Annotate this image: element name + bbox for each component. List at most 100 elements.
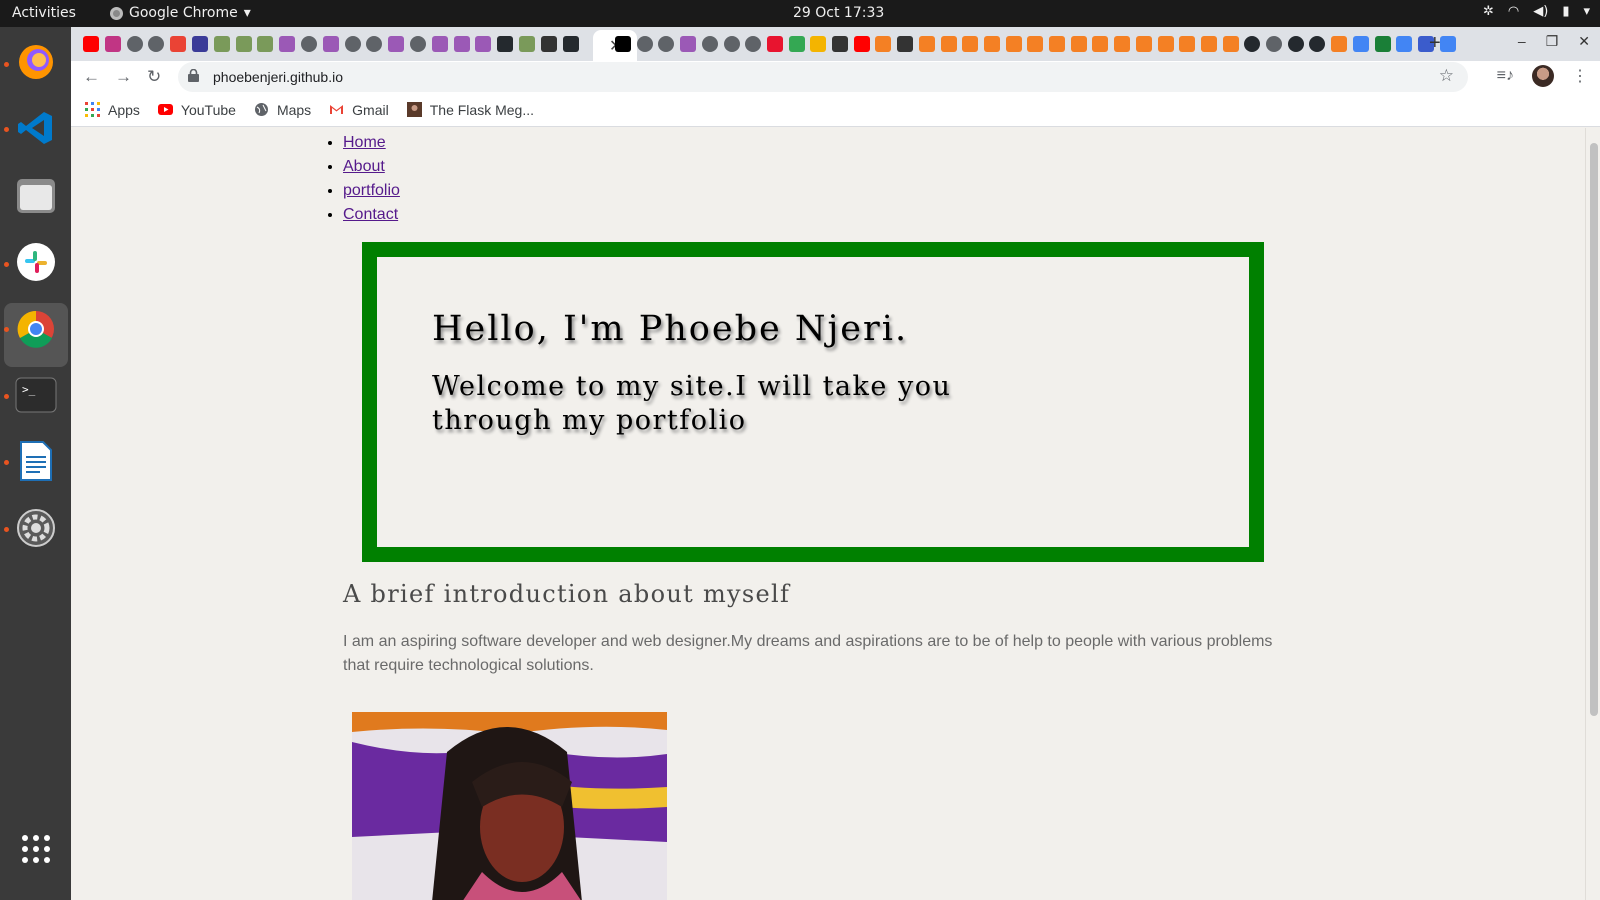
tab-favicon-icon[interactable]	[257, 36, 274, 52]
tab-favicon-icon[interactable]	[235, 36, 252, 52]
tab-favicon-icon[interactable]	[388, 36, 405, 52]
tab-favicon-icon[interactable]	[213, 36, 230, 52]
vscode-icon[interactable]	[13, 105, 59, 151]
tab-favicon-icon[interactable]	[453, 36, 470, 52]
tab-favicon-icon[interactable]	[497, 36, 514, 52]
tab-favicon-icon[interactable]	[680, 36, 697, 52]
tab-favicon-icon[interactable]	[701, 36, 718, 52]
tab-favicon-icon[interactable]	[519, 36, 535, 52]
slack-tray-icon[interactable]: ✲	[1483, 4, 1494, 19]
tab-favicon-icon[interactable]	[192, 36, 208, 52]
tab-favicon-icon[interactable]	[279, 36, 296, 52]
tab-favicon-icon[interactable]	[658, 36, 675, 52]
nav-link-about[interactable]: About	[343, 158, 385, 175]
tab-favicon-icon[interactable]	[540, 36, 557, 52]
address-bar[interactable]: phoebenjeri.github.io ☆	[178, 62, 1468, 92]
bookmark-gmail[interactable]: Gmail	[329, 102, 389, 118]
clock[interactable]: 29 Oct 17:33	[793, 5, 884, 21]
app-grid-icon[interactable]	[13, 826, 59, 872]
tab-favicon-icon[interactable]	[1266, 36, 1282, 52]
tab-favicon-icon[interactable]	[1157, 36, 1174, 52]
tab-favicon-icon[interactable]	[1396, 36, 1413, 52]
bookmark-star-icon[interactable]: ☆	[1439, 66, 1454, 86]
tab-favicon-icon[interactable]	[1309, 36, 1326, 52]
volume-icon[interactable]: ◀)	[1533, 4, 1548, 19]
tab-favicon-icon[interactable]	[918, 36, 935, 52]
terminal-icon[interactable]: >_	[13, 372, 59, 418]
tab-favicon-icon[interactable]	[615, 36, 631, 52]
bookmark-flask[interactable]: The Flask Meg...	[406, 102, 534, 118]
tab-favicon-icon[interactable]	[410, 36, 426, 52]
back-icon[interactable]: ←	[83, 67, 100, 87]
tab-favicon-icon[interactable]	[1244, 36, 1261, 52]
tab-favicon-icon[interactable]	[1005, 36, 1022, 52]
scrollbar-thumb[interactable]	[1590, 143, 1598, 716]
bookmark-youtube[interactable]: YouTube	[157, 102, 236, 118]
page-scrollbar[interactable]	[1585, 128, 1600, 900]
tab-favicon-icon[interactable]	[126, 36, 143, 52]
tab-favicon-icon[interactable]	[1439, 36, 1456, 52]
files-icon[interactable]	[13, 172, 59, 218]
system-tray[interactable]: ✲ ◠ ◀) ▮ ▾	[1483, 4, 1590, 19]
tab-favicon-icon[interactable]	[1374, 36, 1391, 52]
tab-favicon-icon[interactable]	[1179, 36, 1196, 52]
tab-favicon-icon[interactable]	[745, 36, 762, 52]
tab-favicon-icon[interactable]	[832, 36, 848, 52]
slack-icon[interactable]	[13, 239, 59, 285]
lock-icon[interactable]	[188, 69, 199, 82]
writer-icon[interactable]	[13, 438, 59, 484]
restore-icon[interactable]: ❐	[1546, 33, 1559, 50]
tab-favicon-icon[interactable]	[1352, 36, 1369, 52]
close-window-icon[interactable]: ✕	[1578, 33, 1590, 50]
tab-favicon-icon[interactable]	[170, 36, 187, 52]
nav-link-contact[interactable]: Contact	[343, 206, 398, 223]
tab-favicon-icon[interactable]	[875, 36, 892, 52]
tab-favicon-icon[interactable]	[810, 36, 827, 52]
tab-favicon-icon[interactable]	[962, 36, 979, 52]
new-tab-button[interactable]: +	[1429, 32, 1441, 55]
tab-favicon-icon[interactable]	[788, 36, 805, 52]
tab-favicon-icon[interactable]	[83, 36, 99, 52]
nav-link-portfolio[interactable]: portfolio	[343, 182, 400, 199]
media-control-icon[interactable]: ≡♪	[1497, 67, 1514, 85]
tab-favicon-icon[interactable]	[723, 36, 740, 52]
tab-favicon-icon[interactable]	[1287, 36, 1304, 52]
tab-favicon-icon[interactable]	[1200, 36, 1217, 52]
tab-favicon-icon[interactable]	[853, 36, 870, 52]
bookmark-apps[interactable]: Apps	[85, 102, 140, 118]
app-menu[interactable]: Google Chrome ▾	[110, 5, 251, 21]
tab-favicon-icon[interactable]	[301, 36, 317, 52]
tab-favicon-icon[interactable]	[475, 36, 492, 52]
tab-favicon-icon[interactable]	[983, 36, 1000, 52]
tab-favicon-icon[interactable]	[1092, 36, 1109, 52]
tab-favicon-icon[interactable]	[1135, 36, 1152, 52]
tab-favicon-icon[interactable]	[940, 36, 957, 52]
battery-icon[interactable]: ▮	[1562, 4, 1569, 19]
tab-favicon-icon[interactable]	[1070, 36, 1087, 52]
tab-favicon-icon[interactable]	[1222, 36, 1239, 52]
tab-favicon-icon[interactable]	[431, 36, 448, 52]
wifi-icon[interactable]: ◠	[1508, 4, 1519, 19]
profile-avatar[interactable]	[1532, 65, 1554, 87]
menu-kebab-icon[interactable]: ⋮	[1572, 66, 1588, 86]
chrome-icon[interactable]	[13, 306, 59, 352]
tab-favicon-icon[interactable]	[366, 36, 383, 52]
tab-favicon-icon[interactable]	[1049, 36, 1065, 52]
tab-favicon-icon[interactable]	[344, 36, 361, 52]
tab-favicon-icon[interactable]	[104, 36, 121, 52]
url-text[interactable]: phoebenjeri.github.io	[213, 69, 343, 85]
tab-favicon-icon[interactable]	[322, 36, 339, 52]
forward-icon[interactable]: →	[115, 67, 132, 87]
tab-strip[interactable]: ✕ + – ❐ ✕	[71, 27, 1600, 61]
settings-icon[interactable]	[13, 505, 59, 551]
minimize-icon[interactable]: –	[1518, 33, 1526, 50]
nav-link-home[interactable]: Home	[343, 134, 386, 151]
tab-favicon-icon[interactable]	[897, 36, 914, 52]
bookmark-maps[interactable]: Maps	[254, 102, 311, 118]
tab-favicon-icon[interactable]	[562, 36, 579, 52]
tab-favicon-icon[interactable]	[636, 36, 653, 52]
tab-favicon-icon[interactable]	[1027, 36, 1044, 52]
chevron-down-icon[interactable]: ▾	[1583, 4, 1590, 19]
firefox-icon[interactable]	[13, 39, 59, 85]
tab-favicon-icon[interactable]	[766, 36, 783, 52]
